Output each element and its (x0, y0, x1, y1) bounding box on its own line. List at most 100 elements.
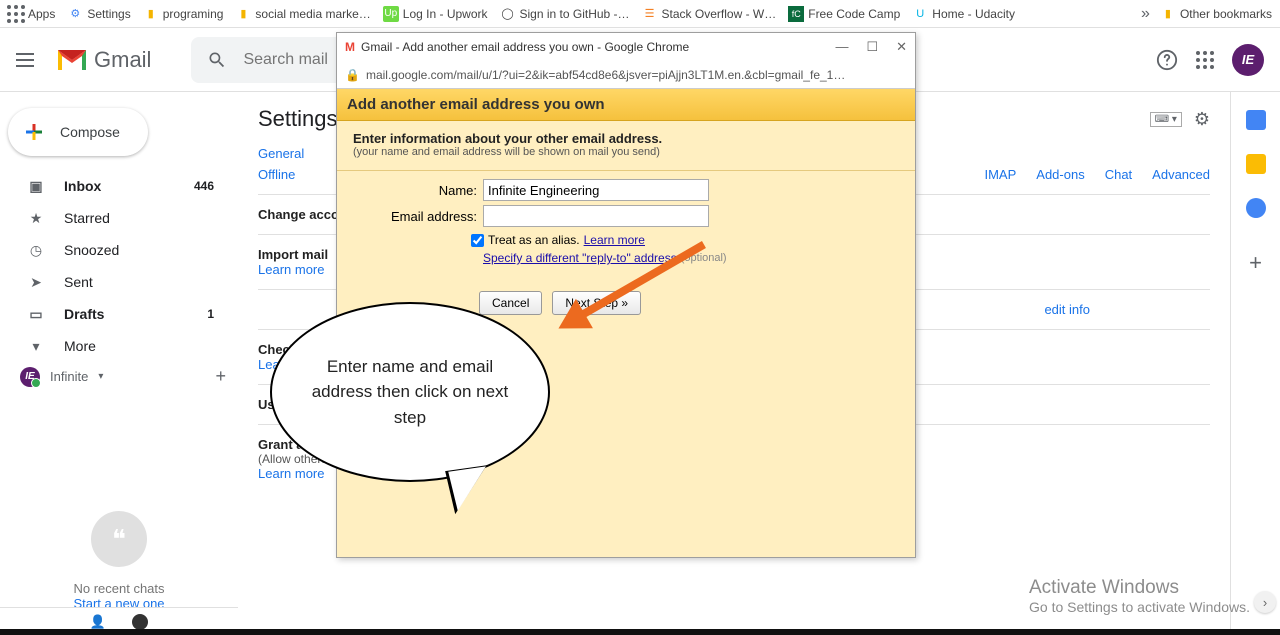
bookmark-udacity[interactable]: U Home - Udacity (912, 6, 1015, 22)
chevron-down-icon: ▾ (26, 336, 46, 356)
folder-icon: ▮ (143, 6, 159, 22)
apps-icon (8, 6, 24, 22)
bookmark-social[interactable]: ▮ social media marke… (235, 6, 370, 22)
popup-window-title: Gmail - Add another email address you ow… (361, 40, 689, 54)
alias-learn-more-link[interactable]: Learn more (584, 233, 645, 247)
help-icon[interactable] (1156, 49, 1178, 71)
addons-plus[interactable]: + (1249, 250, 1262, 276)
window-close-button[interactable]: ✕ (896, 39, 907, 55)
bookmark-upwork[interactable]: Up Log In - Upwork (383, 6, 488, 22)
gmail-m-icon (56, 48, 88, 72)
bookmark-label: Other bookmarks (1180, 7, 1272, 21)
plus-icon (22, 120, 46, 144)
bookmark-apps[interactable]: Apps (8, 6, 55, 22)
stackoverflow-icon: ☰ (642, 6, 658, 22)
upwork-icon: Up (383, 6, 399, 22)
popup-titlebar[interactable]: M Gmail - Add another email address you … (337, 33, 915, 61)
bookmark-label: Settings (87, 7, 130, 21)
bookmark-freecodecamp[interactable]: fC Free Code Camp (788, 6, 900, 22)
hangouts-tab-icon[interactable] (132, 614, 148, 630)
inbox-count: 446 (194, 179, 214, 193)
popup-header: Add another email address you own (337, 89, 915, 121)
compose-label: Compose (60, 124, 120, 140)
gmail-logo[interactable]: Gmail (56, 47, 151, 73)
bookmark-settings[interactable]: ⚙ Settings (67, 6, 130, 22)
callout-text: Enter name and email address then click … (302, 354, 518, 431)
inbox-icon: ▣ (26, 176, 46, 196)
bookmark-programing[interactable]: ▮ programing (143, 6, 224, 22)
mini-avatar: IE (20, 367, 40, 387)
gear-icon: ⚙ (67, 6, 83, 22)
compose-button[interactable]: Compose (8, 108, 148, 156)
folder-icon: ▮ (1160, 6, 1176, 22)
nav-label: Snoozed (64, 242, 119, 258)
calendar-icon[interactable] (1246, 110, 1266, 130)
tasks-icon[interactable] (1246, 198, 1266, 218)
nav-drafts[interactable]: ▭ Drafts 1 (0, 298, 226, 330)
name-row: Name: (353, 179, 899, 201)
freecodecamp-icon: fC (788, 6, 804, 22)
nav-label: Sent (64, 274, 93, 290)
tab-chat[interactable]: Chat (1105, 167, 1132, 182)
hangouts-bubble-icon: ❝ (91, 511, 147, 567)
apps-launcher-icon[interactable] (1196, 51, 1214, 69)
window-minimize-button[interactable]: — (835, 39, 848, 55)
alias-checkbox[interactable] (471, 234, 484, 247)
nav-label: Inbox (64, 178, 101, 194)
keyboard-icon[interactable]: ⌨ ▾ (1150, 112, 1182, 127)
nav-label: Starred (64, 210, 110, 226)
nav-label: Drafts (64, 306, 104, 322)
menu-button[interactable] (16, 48, 40, 72)
bookmark-github[interactable]: ◯ Sign in to GitHub -… (500, 6, 630, 22)
contacts-tab-icon[interactable]: 👤 (90, 614, 106, 630)
bookmark-label: Stack Overflow - W… (662, 7, 777, 21)
settings-title: Settings (258, 106, 338, 132)
email-input[interactable] (483, 205, 709, 227)
gear-icon[interactable]: ⚙ (1194, 109, 1210, 130)
bookmark-label: Free Code Camp (808, 7, 900, 21)
learn-more-link[interactable]: Learn more (258, 262, 324, 277)
popup-instruction: Enter information about your other email… (353, 131, 899, 146)
nav-sent[interactable]: ➤ Sent (0, 266, 226, 298)
popup-urlbar[interactable]: 🔒 mail.google.com/mail/u/1/?ui=2&ik=abf5… (337, 61, 915, 89)
popup-subnote: (your name and email address will be sho… (353, 146, 899, 158)
new-chat-button[interactable]: + (215, 366, 226, 387)
bookmark-other[interactable]: ▮ Other bookmarks (1160, 6, 1272, 22)
nav-starred[interactable]: ★ Starred (0, 202, 226, 234)
account-avatar[interactable]: IE (1232, 44, 1264, 76)
keep-icon[interactable] (1246, 154, 1266, 174)
hangouts-account[interactable]: IE Infinite ▾ + (0, 362, 238, 391)
annotation-callout: Enter name and email address then click … (270, 302, 550, 482)
bookmark-label: social media marke… (255, 7, 370, 21)
email-row: Email address: (353, 205, 899, 227)
name-label: Name: (353, 183, 477, 198)
callout-bubble: Enter name and email address then click … (270, 302, 550, 482)
nav-more[interactable]: ▾ More (0, 330, 226, 362)
edit-info-link[interactable]: edit info (1044, 302, 1090, 317)
draft-icon: ▭ (26, 304, 46, 324)
gmail-favicon: M (345, 40, 355, 54)
tab-advanced[interactable]: Advanced (1152, 167, 1210, 182)
replyto-link[interactable]: Specify a different "reply-to" address (483, 251, 677, 265)
tab-imap[interactable]: IMAP (984, 167, 1016, 182)
bookmark-stackoverflow[interactable]: ☰ Stack Overflow - W… (642, 6, 777, 22)
bookmark-label: Log In - Upwork (403, 7, 488, 21)
nav-snoozed[interactable]: ◷ Snoozed (0, 234, 226, 266)
nav-inbox[interactable]: ▣ Inbox 446 (0, 170, 226, 202)
udacity-icon: U (912, 6, 928, 22)
popup-url: mail.google.com/mail/u/1/?ui=2&ik=abf54c… (366, 68, 845, 82)
gmail-brand-text: Gmail (94, 47, 151, 73)
account-label: Infinite (50, 369, 88, 384)
alias-label: Treat as an alias. (488, 233, 580, 247)
tab-addons[interactable]: Add-ons (1036, 167, 1084, 182)
name-input[interactable] (483, 179, 709, 201)
tab-general[interactable]: General (258, 146, 304, 161)
bookmarks-overflow[interactable]: » (1141, 5, 1150, 23)
window-maximize-button[interactable]: ☐ (866, 39, 878, 55)
chevron-down-icon: ▾ (98, 371, 103, 382)
tab-offline[interactable]: Offline (258, 167, 295, 182)
clock-icon: ◷ (26, 240, 46, 260)
bookmark-label: Sign in to GitHub -… (520, 7, 630, 21)
scroll-right-button[interactable]: › (1254, 591, 1276, 613)
section-label: Import mail (258, 247, 328, 262)
